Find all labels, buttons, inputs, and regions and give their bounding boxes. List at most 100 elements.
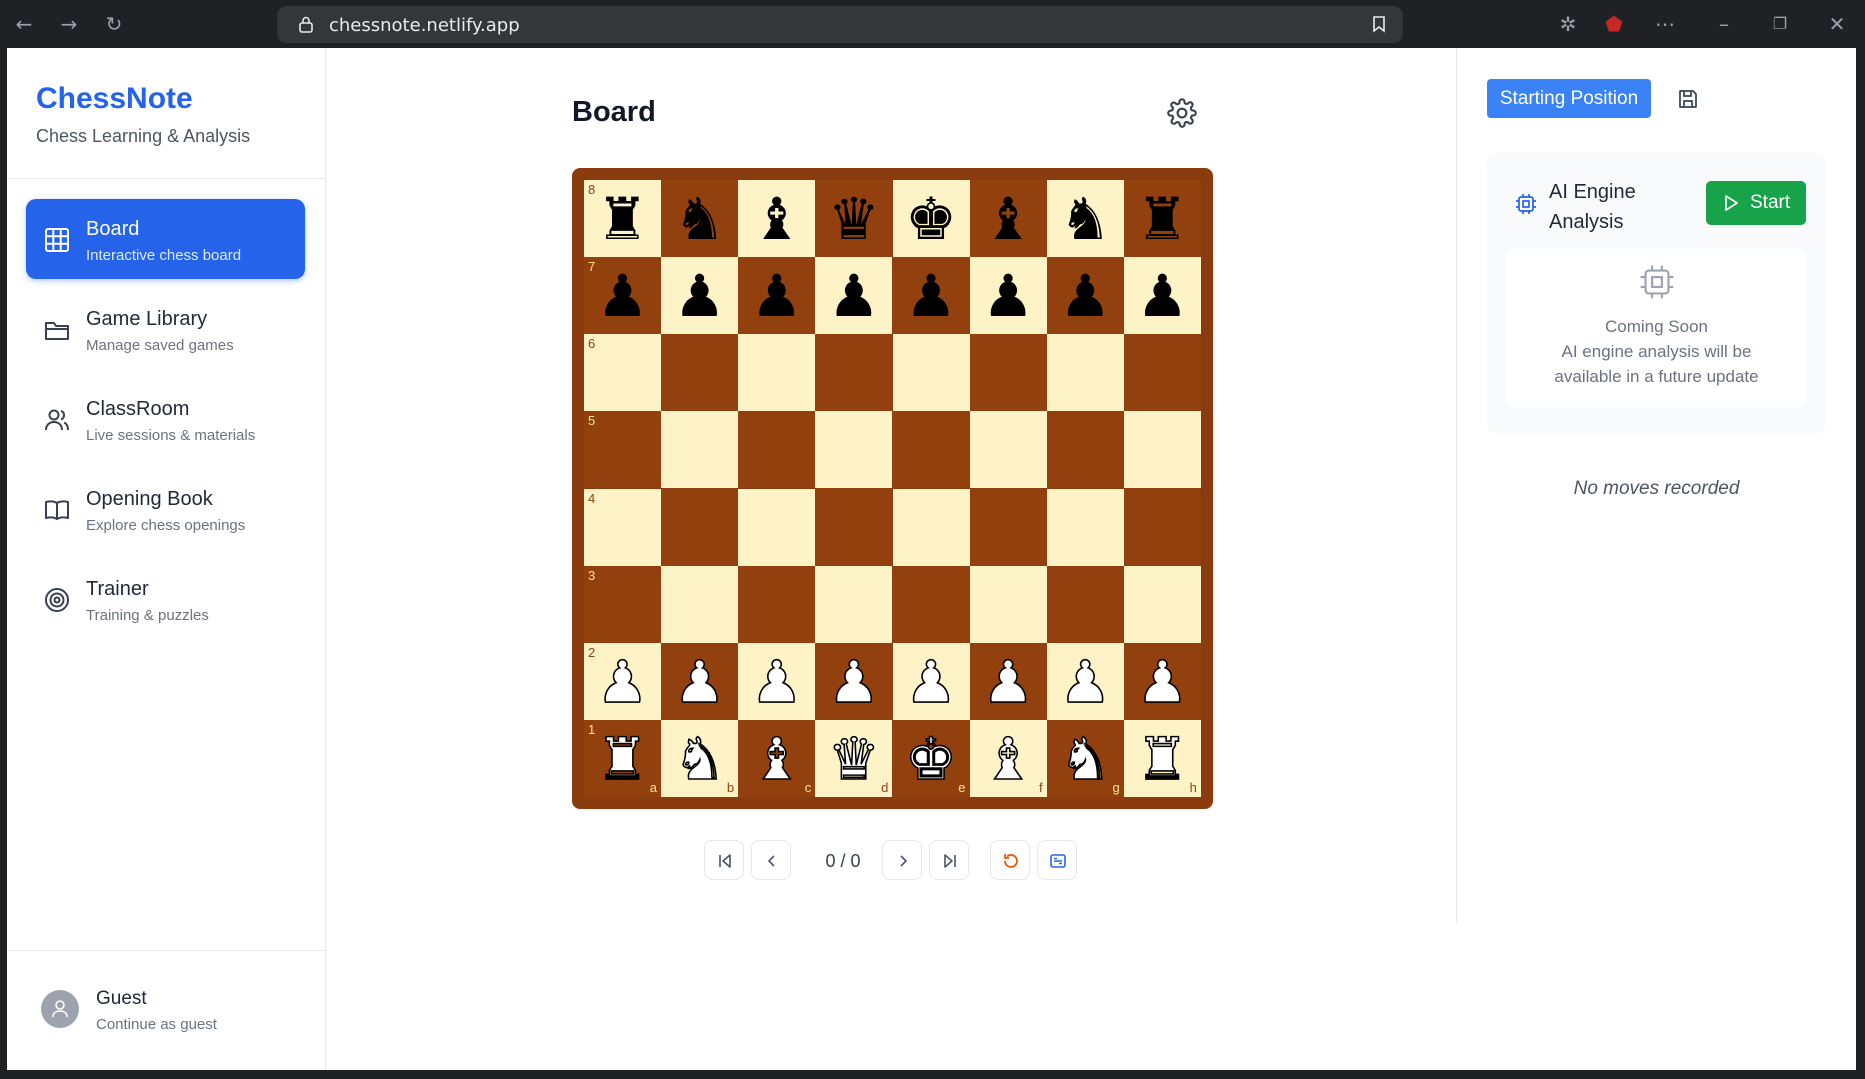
black-pawn-piece[interactable]: ♟ [661, 257, 738, 334]
white-king-piece[interactable]: ♚ [893, 720, 970, 797]
square-h8[interactable]: ♜ [1123, 180, 1201, 257]
bookmark-icon[interactable] [1369, 14, 1389, 34]
square-h2[interactable]: ♟ [1123, 642, 1201, 720]
square-h5[interactable] [1123, 411, 1201, 489]
square-h3[interactable] [1123, 565, 1201, 643]
black-rook-piece[interactable]: ♜ [584, 180, 661, 257]
square-c4[interactable] [738, 488, 816, 566]
square-h1[interactable]: h ♜ [1123, 719, 1201, 797]
square-a1[interactable]: 1 a ♜ [584, 719, 661, 797]
black-knight-piece[interactable]: ♞ [661, 180, 738, 257]
white-queen-piece[interactable]: ♛ [815, 720, 892, 797]
black-bishop-piece[interactable]: ♝ [970, 180, 1047, 257]
square-e1[interactable]: e ♚ [892, 719, 970, 797]
black-pawn-piece[interactable]: ♟ [584, 257, 661, 334]
square-a8[interactable]: 8 ♜ [584, 180, 661, 257]
white-knight-piece[interactable]: ♞ [661, 720, 738, 797]
more-icon[interactable]: ⋯ [1651, 10, 1679, 38]
sidebar-item-opening-book[interactable]: Opening Book Explore chess openings [26, 469, 305, 549]
square-a6[interactable]: 6 [584, 334, 661, 412]
square-f8[interactable]: ♝ [969, 180, 1047, 257]
brand-title[interactable]: ChessNote [36, 82, 193, 116]
black-queen-piece[interactable]: ♛ [815, 180, 892, 257]
square-b5[interactable] [661, 411, 739, 489]
gear-icon[interactable] [1167, 98, 1197, 128]
square-d4[interactable] [815, 488, 893, 566]
square-b3[interactable] [661, 565, 739, 643]
square-f1[interactable]: f ♝ [969, 719, 1047, 797]
square-g3[interactable] [1046, 565, 1124, 643]
square-g5[interactable] [1046, 411, 1124, 489]
square-d5[interactable] [815, 411, 893, 489]
black-king-piece[interactable]: ♚ [893, 180, 970, 257]
black-pawn-piece[interactable]: ♟ [970, 257, 1047, 334]
first-move-button[interactable] [704, 840, 744, 880]
square-b1[interactable]: b ♞ [661, 719, 739, 797]
white-rook-piece[interactable]: ♜ [1124, 720, 1201, 797]
chess-board[interactable]: 8 ♜ ♞ ♝ ♛ ♚ ♝ ♞ ♜ 7 ♟ ♟ ♟ ♟ ♟ ♟ ♟ ♟ 6 5 4 3 2 ♟ ♟ ♟ ♟ ♟ ♟ ♟ ♟ 1 a ♜ b ♞ c ♝ d ♛… [584, 180, 1201, 797]
address-bar[interactable]: chessnote.netlify.app [277, 6, 1403, 43]
square-f4[interactable] [969, 488, 1047, 566]
square-f3[interactable] [969, 565, 1047, 643]
avatar[interactable] [41, 990, 79, 1028]
square-c5[interactable] [738, 411, 816, 489]
square-h6[interactable] [1123, 334, 1201, 412]
square-c8[interactable]: ♝ [738, 180, 816, 257]
square-b2[interactable]: ♟ [661, 642, 739, 720]
square-a4[interactable]: 4 [584, 488, 661, 566]
sidebar-item-trainer[interactable]: Trainer Training & puzzles [26, 559, 305, 639]
save-icon[interactable] [1677, 88, 1699, 110]
square-f7[interactable]: ♟ [969, 257, 1047, 335]
square-d1[interactable]: d ♛ [815, 719, 893, 797]
white-pawn-piece[interactable]: ♟ [584, 643, 661, 720]
square-b6[interactable] [661, 334, 739, 412]
square-d8[interactable]: ♛ [815, 180, 893, 257]
square-g6[interactable] [1046, 334, 1124, 412]
white-pawn-piece[interactable]: ♟ [1124, 643, 1201, 720]
square-f5[interactable] [969, 411, 1047, 489]
square-e7[interactable]: ♟ [892, 257, 970, 335]
start-analysis-button[interactable]: Start [1706, 181, 1806, 225]
square-e2[interactable]: ♟ [892, 642, 970, 720]
square-c2[interactable]: ♟ [738, 642, 816, 720]
reset-button[interactable] [990, 840, 1030, 880]
black-pawn-piece[interactable]: ♟ [893, 257, 970, 334]
white-pawn-piece[interactable]: ♟ [661, 643, 738, 720]
starting-position-button[interactable]: Starting Position [1487, 79, 1651, 118]
square-c6[interactable] [738, 334, 816, 412]
square-b8[interactable]: ♞ [661, 180, 739, 257]
white-pawn-piece[interactable]: ♟ [970, 643, 1047, 720]
prev-move-button[interactable] [751, 840, 791, 880]
next-move-button[interactable] [882, 840, 922, 880]
square-d7[interactable]: ♟ [815, 257, 893, 335]
black-pawn-piece[interactable]: ♟ [815, 257, 892, 334]
sidebar-item-board[interactable]: Board Interactive chess board [26, 199, 305, 279]
black-knight-piece[interactable]: ♞ [1047, 180, 1124, 257]
square-h7[interactable]: ♟ [1123, 257, 1201, 335]
square-g2[interactable]: ♟ [1046, 642, 1124, 720]
square-e6[interactable] [892, 334, 970, 412]
square-a7[interactable]: 7 ♟ [584, 257, 661, 335]
black-rook-piece[interactable]: ♜ [1124, 180, 1201, 257]
square-c1[interactable]: c ♝ [738, 719, 816, 797]
flip-board-button[interactable] [1037, 840, 1077, 880]
sidebar-item-classroom[interactable]: ClassRoom Live sessions & materials [26, 379, 305, 459]
square-c7[interactable]: ♟ [738, 257, 816, 335]
square-d2[interactable]: ♟ [815, 642, 893, 720]
square-g4[interactable] [1046, 488, 1124, 566]
white-bishop-piece[interactable]: ♝ [970, 720, 1047, 797]
square-a3[interactable]: 3 [584, 565, 661, 643]
square-d3[interactable] [815, 565, 893, 643]
square-e3[interactable] [892, 565, 970, 643]
white-rook-piece[interactable]: ♜ [584, 720, 661, 797]
square-f2[interactable]: ♟ [969, 642, 1047, 720]
square-c3[interactable] [738, 565, 816, 643]
restore-icon[interactable]: ❐ [1766, 10, 1794, 38]
square-h4[interactable] [1123, 488, 1201, 566]
last-move-button[interactable] [929, 840, 969, 880]
black-pawn-piece[interactable]: ♟ [1047, 257, 1124, 334]
close-icon[interactable]: ✕ [1823, 10, 1851, 38]
square-e4[interactable] [892, 488, 970, 566]
white-knight-piece[interactable]: ♞ [1047, 720, 1124, 797]
forward-icon[interactable]: → [55, 10, 83, 38]
